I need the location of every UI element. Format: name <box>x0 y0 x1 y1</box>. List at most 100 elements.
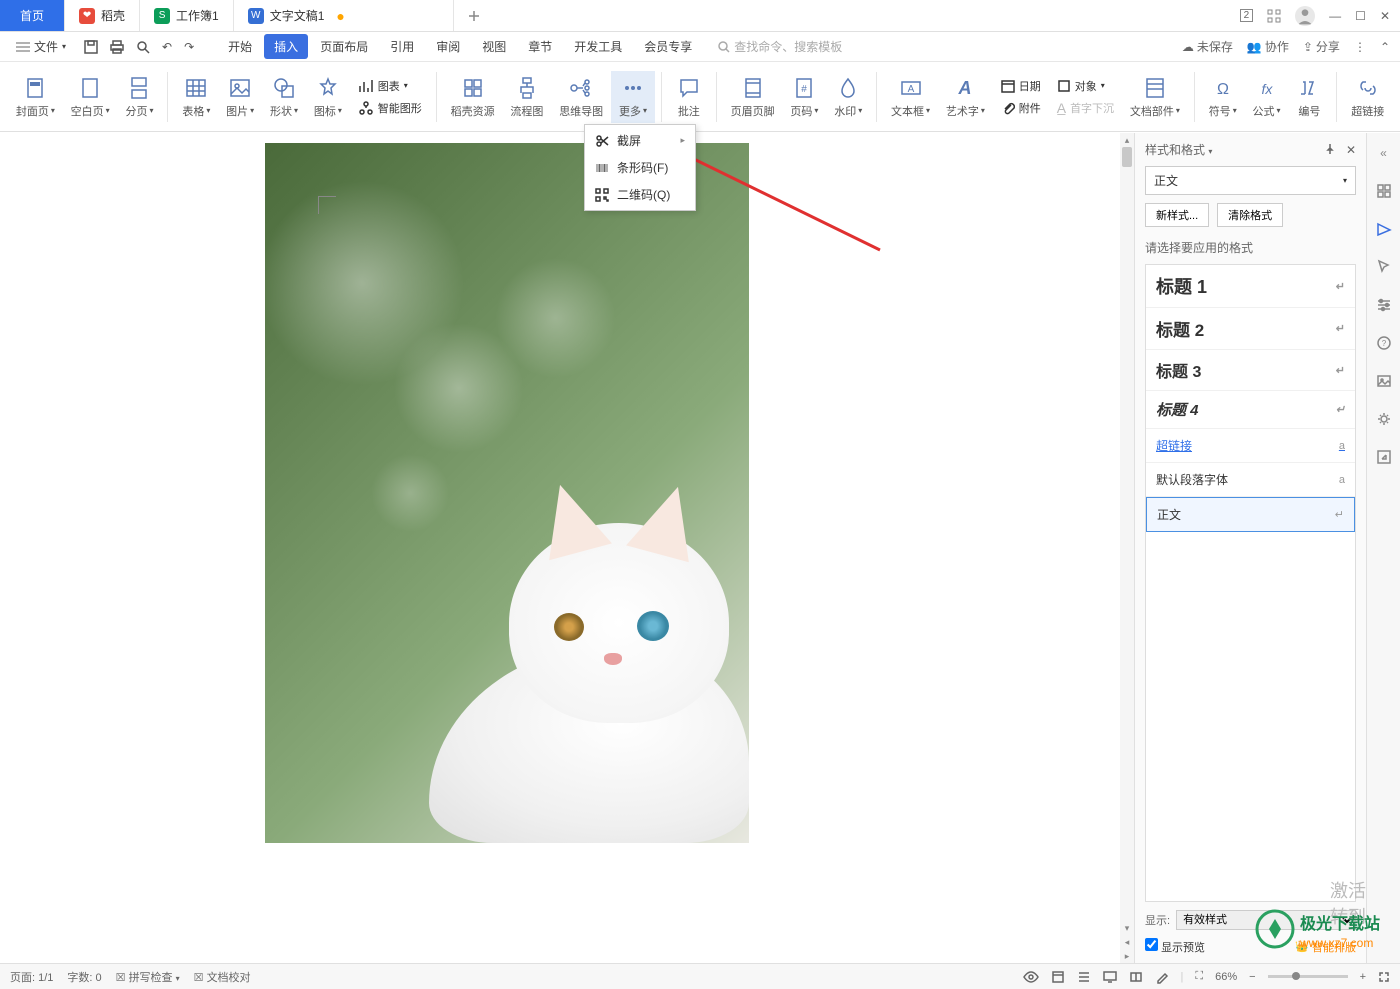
page-indicator[interactable]: 页面: 1/1 <box>10 969 53 985</box>
hyperlink-button[interactable]: 超链接 <box>1343 71 1392 123</box>
tab-developer[interactable]: 开发工具 <box>564 34 632 59</box>
picture-button[interactable]: 图片▾ <box>218 71 262 123</box>
barcode-item[interactable]: 条形码(F) <box>585 154 695 181</box>
chart-button[interactable]: 图表▾ <box>354 76 426 96</box>
proofread-toggle[interactable]: ☒ 文档校对 <box>194 969 251 985</box>
tab-review[interactable]: 审阅 <box>426 34 470 59</box>
side-help-icon[interactable]: ? <box>1374 333 1394 353</box>
collapse-ribbon-icon[interactable]: ⌃ <box>1380 40 1390 54</box>
object-button[interactable]: 对象▾ <box>1053 76 1118 96</box>
tab-document[interactable]: W文字文稿1● <box>234 0 454 31</box>
tab-layout[interactable]: 页面布局 <box>310 34 378 59</box>
avatar[interactable] <box>1295 6 1315 26</box>
undo-icon[interactable]: ↶ <box>162 40 172 54</box>
mindmap-button[interactable]: 思维导图 <box>551 71 611 123</box>
new-style-button[interactable]: 新样式... <box>1145 203 1209 227</box>
scroll-thumb[interactable] <box>1122 147 1132 167</box>
spellcheck-toggle[interactable]: ☒ 拼写检查 ▾ <box>116 969 180 985</box>
tab-sections[interactable]: 章节 <box>518 34 562 59</box>
redo-icon[interactable]: ↷ <box>184 40 194 54</box>
word-count[interactable]: 字数: 0 <box>67 969 101 985</box>
view-outline-icon[interactable] <box>1077 970 1091 984</box>
icon-button[interactable]: 图标▾ <box>306 71 350 123</box>
current-style-select[interactable]: 正文▾ <box>1145 166 1356 195</box>
side-collapse-icon[interactable]: « <box>1374 143 1394 163</box>
tab-home[interactable]: 首页 <box>0 0 65 31</box>
tab-member[interactable]: 会员专享 <box>634 34 702 59</box>
view-read-icon[interactable] <box>1129 970 1143 984</box>
side-select-icon[interactable] <box>1374 257 1394 277</box>
tab-view[interactable]: 视图 <box>472 34 516 59</box>
side-image-icon[interactable] <box>1374 371 1394 391</box>
tab-insert[interactable]: 插入 <box>264 34 308 59</box>
style-heading3[interactable]: 标题 3↵ <box>1146 350 1355 391</box>
fit-icon[interactable]: ⛶ <box>1195 970 1203 983</box>
file-menu[interactable]: 文件▾ <box>10 35 72 58</box>
print-icon[interactable] <box>110 40 124 54</box>
page-number-button[interactable]: #页码▾ <box>782 71 826 123</box>
style-default-font[interactable]: 默认段落字体a <box>1146 463 1355 497</box>
tab-add[interactable] <box>454 0 494 31</box>
tab-docer[interactable]: ❤稻壳 <box>65 0 140 31</box>
comment-button[interactable]: 批注 <box>668 71 710 123</box>
style-heading2[interactable]: 标题 2↵ <box>1146 308 1355 350</box>
more-button[interactable]: 更多▾ <box>611 71 655 123</box>
smartart-button[interactable]: 智能图形 <box>354 98 426 118</box>
attachment-button[interactable]: 附件 <box>997 98 1045 118</box>
side-external-icon[interactable] <box>1374 447 1394 467</box>
header-footer-button[interactable]: 页眉页脚 <box>723 71 783 123</box>
zoom-out-button[interactable]: − <box>1249 971 1255 983</box>
document-canvas[interactable]: ▴ ▾ ◂ ▸ <box>0 133 1134 963</box>
date-button[interactable]: 日期 <box>997 76 1045 96</box>
table-button[interactable]: 表格▾ <box>174 71 218 123</box>
minimize-button[interactable]: — <box>1329 9 1341 23</box>
preview-checkbox[interactable]: 显示预览 <box>1145 938 1205 955</box>
qrcode-item[interactable]: 二维码(Q) <box>585 181 695 208</box>
collab-button[interactable]: 👥 协作 <box>1247 38 1289 55</box>
maximize-button[interactable]: ☐ <box>1355 9 1366 23</box>
more-icon[interactable]: ⋮ <box>1354 40 1366 54</box>
blank-page-button[interactable]: 空白页▾ <box>63 71 118 123</box>
screenshot-item[interactable]: 截屏 ▸ <box>585 127 695 154</box>
show-select[interactable]: 有效样式 <box>1176 910 1356 930</box>
layout-switch[interactable]: 2 <box>1240 9 1254 22</box>
cover-page-button[interactable]: 封面页▾ <box>8 71 63 123</box>
save-icon[interactable] <box>84 40 98 54</box>
page-break-button[interactable]: 分页▾ <box>118 71 162 123</box>
zoom-value[interactable]: 66% <box>1215 971 1237 983</box>
zoom-slider[interactable] <box>1268 975 1348 978</box>
close-panel-icon[interactable]: ✕ <box>1346 143 1356 157</box>
textbox-button[interactable]: A文本框▾ <box>883 71 938 123</box>
pin-icon[interactable] <box>1324 143 1336 157</box>
side-gear-icon[interactable] <box>1374 409 1394 429</box>
style-heading1[interactable]: 标题 1↵ <box>1146 265 1355 308</box>
scroll-up-icon[interactable]: ▴ <box>1120 133 1134 147</box>
tab-references[interactable]: 引用 <box>380 34 424 59</box>
scroll-down-icon[interactable]: ▾ <box>1120 921 1134 935</box>
style-body[interactable]: 正文↵ <box>1146 497 1355 532</box>
prev-page-icon[interactable]: ◂ <box>1120 935 1134 949</box>
side-styles-icon[interactable] <box>1374 219 1394 239</box>
watermark-button[interactable]: 水印▾ <box>826 71 870 123</box>
number-button[interactable]: 编号 <box>1288 71 1330 123</box>
share-button[interactable]: ⇪ 分享 <box>1303 38 1340 55</box>
tab-start[interactable]: 开始 <box>218 34 262 59</box>
panel-title[interactable]: 样式和格式 ▾ <box>1145 141 1212 158</box>
vertical-scrollbar[interactable]: ▴ ▾ ◂ ▸ <box>1120 133 1134 963</box>
dropcap-button[interactable]: A̲首字下沉 <box>1053 98 1118 118</box>
style-heading4[interactable]: 标题 4↵ <box>1146 391 1355 429</box>
wordart-button[interactable]: A艺术字▾ <box>938 71 993 123</box>
side-grid-icon[interactable] <box>1374 181 1394 201</box>
next-page-icon[interactable]: ▸ <box>1120 949 1134 963</box>
preview-icon[interactable] <box>136 40 150 54</box>
zoom-in-button[interactable]: + <box>1360 971 1366 983</box>
apps-icon[interactable] <box>1267 9 1281 23</box>
view-print-icon[interactable] <box>1051 970 1065 984</box>
command-search[interactable]: 查找命令、搜索模板 <box>718 38 842 55</box>
formula-button[interactable]: fx公式▾ <box>1245 71 1289 123</box>
edit-mode-icon[interactable] <box>1155 970 1169 984</box>
side-settings-icon[interactable] <box>1374 295 1394 315</box>
view-web-icon[interactable] <box>1103 970 1117 984</box>
clear-format-button[interactable]: 清除格式 <box>1217 203 1283 227</box>
smart-layout-button[interactable]: 👑 智能排版 <box>1295 939 1356 955</box>
